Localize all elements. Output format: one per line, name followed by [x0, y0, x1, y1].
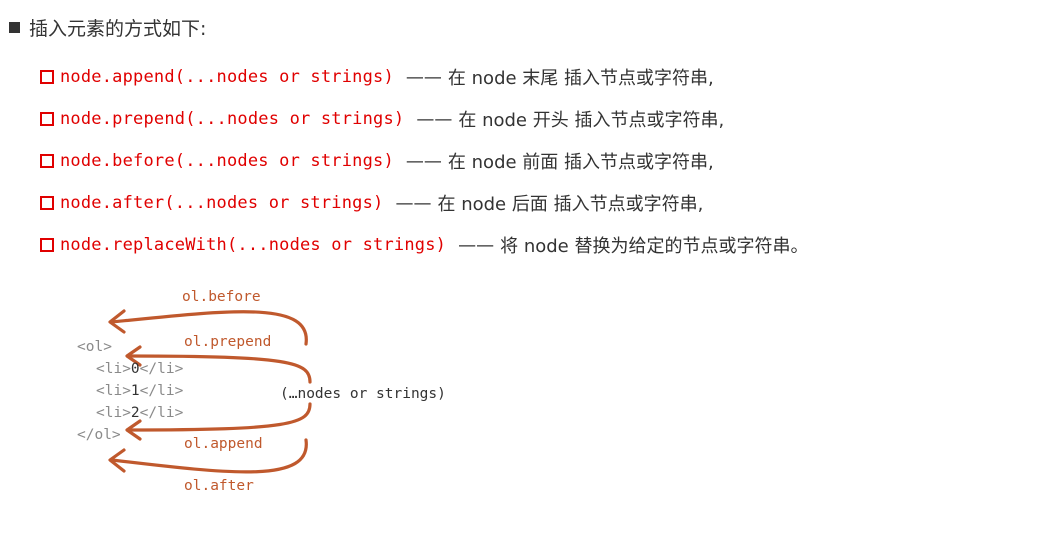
- code-ol-close: </ol>: [77, 427, 121, 443]
- li-close-tag: </li>: [140, 361, 184, 377]
- after-label: ol.after: [184, 478, 254, 494]
- li-open-tag: <li>: [96, 383, 131, 399]
- append-label: ol.append: [184, 436, 263, 452]
- li-value: 0: [131, 361, 140, 377]
- li-value: 1: [131, 383, 140, 399]
- code-li-0: <li>0</li>: [96, 361, 184, 377]
- code-li-2: <li>2</li>: [96, 405, 184, 421]
- before-label: ol.before: [182, 289, 261, 305]
- prepend-label: ol.prepend: [184, 334, 271, 350]
- code-ol-open: <ol>: [77, 339, 112, 355]
- insertion-diagram: ol.before ol.prepend ol.append ol.after …: [77, 289, 446, 494]
- li-value: 2: [131, 405, 140, 421]
- code-li-1: <li>1</li>: [96, 383, 184, 399]
- li-open-tag: <li>: [96, 405, 131, 421]
- li-open-tag: <li>: [96, 361, 131, 377]
- nodes-or-strings-label: (…nodes or strings): [280, 386, 446, 402]
- li-close-tag: </li>: [140, 405, 184, 421]
- li-close-tag: </li>: [140, 383, 184, 399]
